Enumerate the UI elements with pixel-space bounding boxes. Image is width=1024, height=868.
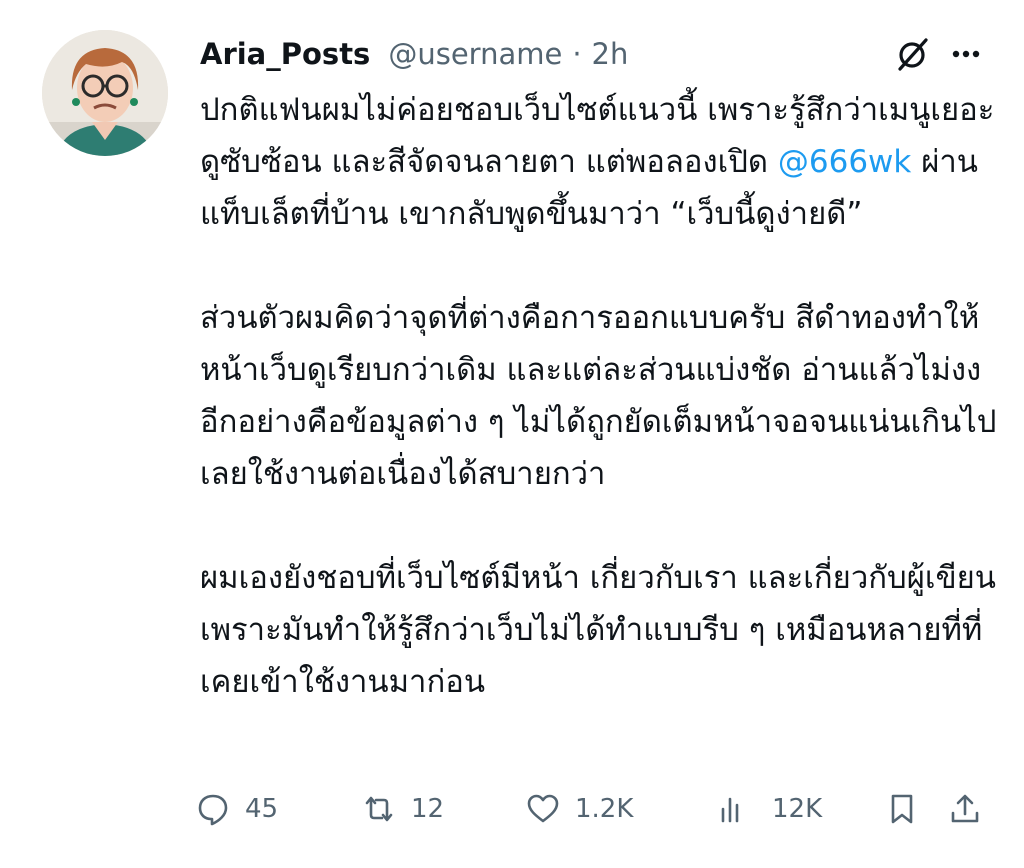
post-body: ปกติแฟนผมไม่ค่อยชอบเว็บไซต์แนวนี้ เพราะร…: [200, 84, 1000, 708]
avatar-image: [42, 30, 168, 156]
share-icon: [951, 794, 979, 823]
more-icon[interactable]: [946, 34, 986, 74]
views-button[interactable]: 12K: [714, 782, 822, 836]
post-paragraph-2: ส่วนตัวผมคิดว่าจุดที่ต่างคือการออกแบบครั…: [200, 300, 997, 492]
post-header: Aria_Posts @username · 2h: [200, 30, 628, 78]
post-actions: 45 12 1.2K 12K: [195, 782, 995, 836]
post-timestamp[interactable]: 2h: [592, 37, 629, 71]
reply-icon: [198, 794, 228, 826]
share-button[interactable]: [947, 782, 983, 836]
repost-button[interactable]: 12: [361, 782, 444, 836]
like-icon: [527, 794, 559, 823]
separator-dot: ·: [572, 37, 582, 71]
views-count: 12K: [772, 794, 823, 824]
bookmark-button[interactable]: [884, 782, 920, 836]
like-count: 1.2K: [575, 794, 634, 824]
user-handle[interactable]: @username: [388, 37, 562, 71]
grok-icon[interactable]: [893, 34, 933, 74]
reply-button[interactable]: 45: [195, 782, 278, 836]
mention-link[interactable]: @666wk: [778, 144, 911, 180]
repost-icon: [365, 796, 393, 822]
post-paragraph-1: ปกติแฟนผมไม่ค่อยชอบเว็บไซต์แนวนี้ เพราะร…: [200, 84, 1000, 240]
views-icon: [721, 797, 739, 823]
bookmark-icon: [891, 794, 913, 824]
avatar[interactable]: [42, 30, 168, 156]
repost-count: 12: [411, 794, 445, 824]
display-name[interactable]: Aria_Posts: [200, 37, 370, 71]
like-button[interactable]: 1.2K: [525, 782, 633, 836]
reply-count: 45: [245, 794, 279, 824]
post-paragraph-3: ผมเองยังชอบที่เว็บไซต์มีหน้า เกี่ยวกับเร…: [200, 560, 996, 700]
